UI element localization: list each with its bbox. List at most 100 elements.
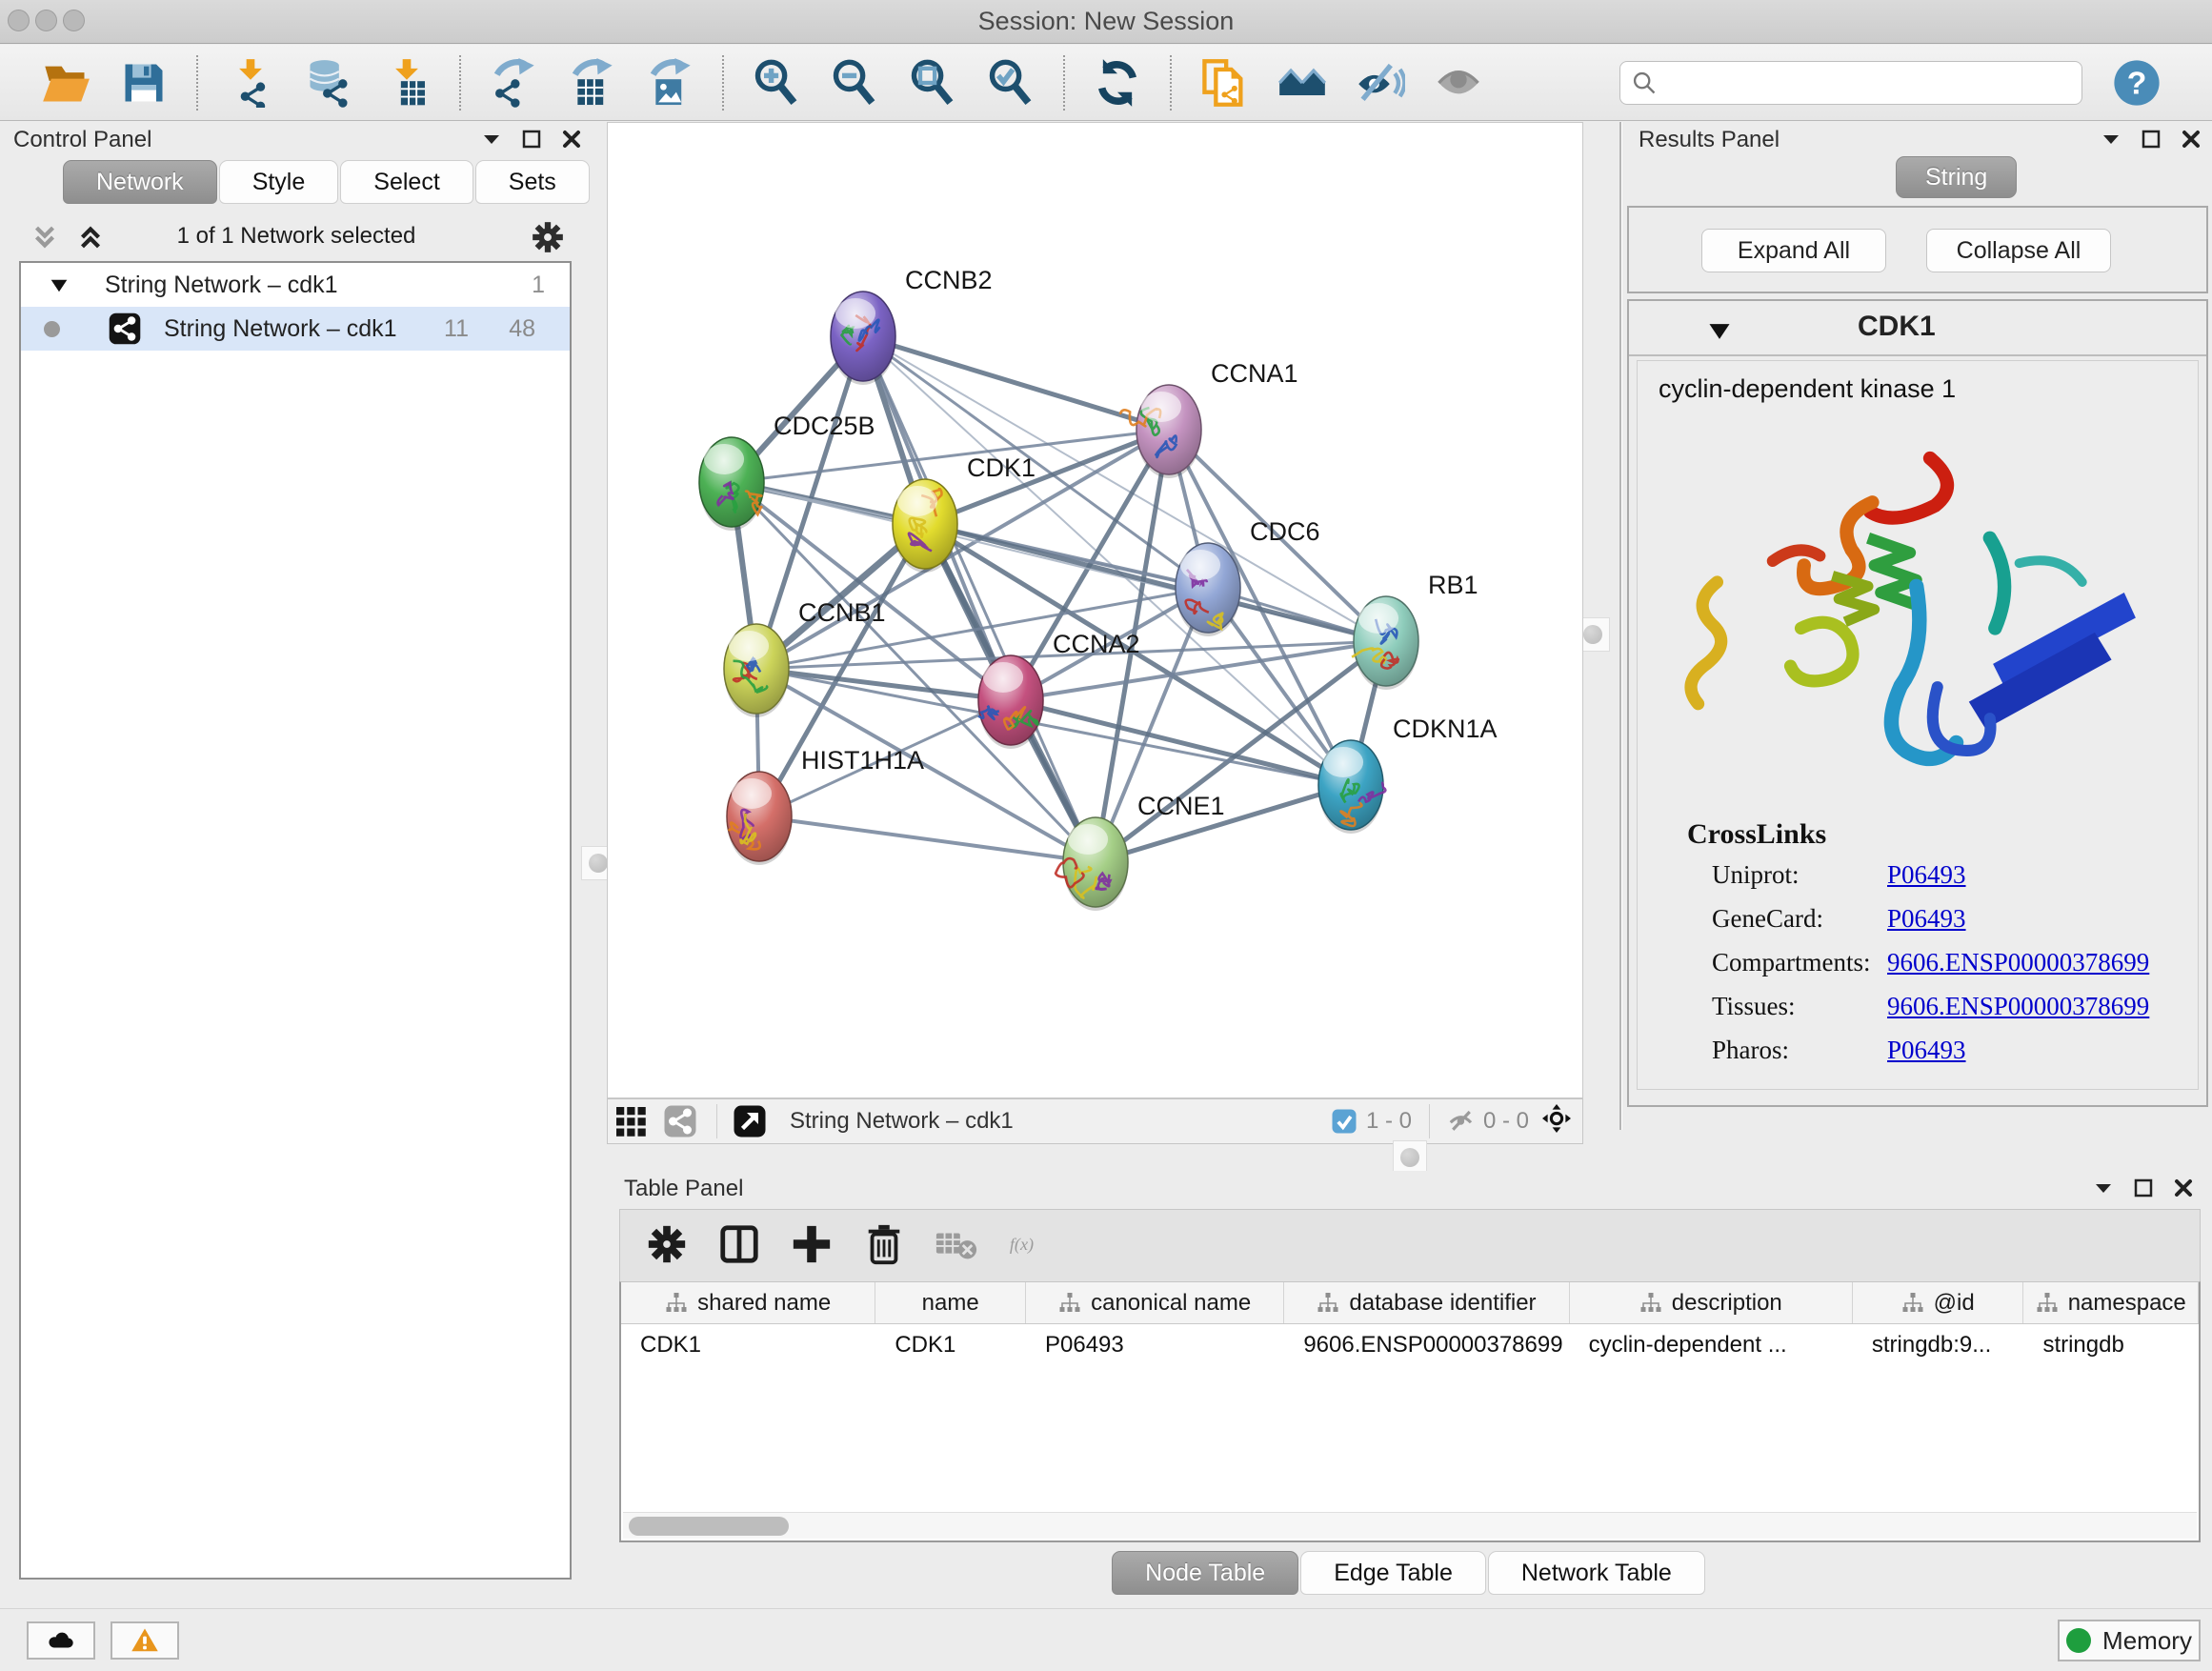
table-cell[interactable]: cyclin-dependent ... [1570,1324,1853,1366]
tab-style[interactable]: Style [219,160,339,204]
node-CCNE1[interactable]: CCNE1 [1056,792,1224,911]
node-CCNA1[interactable]: CCNA1 [1120,359,1298,478]
results-panel-divider [1619,122,1622,1130]
search-input[interactable] [1619,61,2082,105]
grid-view-button[interactable] [613,1104,652,1138]
panel-close-icon[interactable] [2172,1177,2195,1199]
zoom-selected-button[interactable] [981,53,1040,112]
export-table-button[interactable] [562,53,621,112]
collapse-all-button[interactable]: Collapse All [1926,229,2111,272]
table-row[interactable]: CDK1CDK1P064939606.ENSP00000378699cyclin… [621,1324,2199,1366]
results-panel-title: Results Panel [1639,127,1780,153]
tab-node-table[interactable]: Node Table [1112,1551,1298,1595]
panel-float-icon[interactable] [520,128,543,151]
hide-selected-button[interactable] [1351,53,1410,112]
column-header-namespace[interactable]: namespace [2023,1282,2199,1323]
open-session-button[interactable] [36,53,95,112]
table-settings-gear-icon[interactable] [645,1222,696,1270]
entry-caret-icon[interactable] [1707,322,1732,341]
column-header-databaseidentifier[interactable]: database identifier [1284,1282,1569,1323]
import-network-file-button[interactable] [221,53,280,112]
panel-close-icon[interactable] [560,128,583,151]
import-table-file-button[interactable] [377,53,436,112]
selected-checkbox-icon[interactable] [1330,1107,1358,1136]
node-RB1[interactable]: RB1 [1352,571,1478,690]
crosslink-link[interactable]: P06493 [1887,904,1966,934]
edge-CCNB1-CCNA2[interactable] [756,669,1011,700]
export-image-button[interactable] [640,53,699,112]
table-cell[interactable]: CDK1 [875,1324,1026,1366]
table-hscrollbar[interactable] [623,1512,2197,1539]
panel-close-icon[interactable] [2180,128,2202,151]
column-header-name[interactable]: name [875,1282,1026,1323]
tab-network[interactable]: Network [63,160,217,204]
entry-header[interactable]: CDK1 [1629,301,2206,356]
zoom-in-button[interactable] [747,53,806,112]
column-header-sharedname[interactable]: shared name [621,1282,875,1323]
memory-button[interactable]: Memory [2058,1620,2201,1661]
import-network-database-button[interactable] [299,53,358,112]
node-CDK1[interactable]: CDK1 [893,453,1036,573]
panel-menu-icon[interactable] [480,128,503,151]
collection-caret-icon[interactable] [50,278,69,293]
results-tab-string[interactable]: String [1896,156,2017,198]
crosslink-link[interactable]: P06493 [1887,1036,1966,1065]
help-button[interactable]: ? [2111,57,2162,109]
table-cell[interactable]: stringdb:9... [1853,1324,2024,1366]
crosslink-link[interactable]: 9606.ENSP00000378699 [1887,948,2149,977]
tab-edge-table[interactable]: Edge Table [1300,1551,1486,1595]
expand-all-button[interactable]: Expand All [1701,229,1886,272]
string-import-button[interactable] [1195,53,1254,112]
tab-select[interactable]: Select [340,160,473,204]
zoom-fit-button[interactable] [903,53,962,112]
network-row-selected[interactable]: String Network – cdk1 11 48 [21,307,570,351]
node-CDKN1A[interactable]: CDKN1A [1318,715,1498,834]
share-view-button[interactable] [663,1104,701,1138]
column-header-canonicalname[interactable]: canonical name [1026,1282,1284,1323]
export-network-button[interactable] [484,53,543,112]
zoom-out-button[interactable] [825,53,884,112]
import-table-file-icon [382,58,432,108]
tab-sets[interactable]: Sets [475,160,590,204]
node-table[interactable]: shared namenamecanonical namedatabase id… [619,1281,2201,1542]
delete-column-icon[interactable] [862,1222,914,1270]
panel-menu-icon[interactable] [2092,1177,2115,1199]
table-cell[interactable]: CDK1 [621,1324,875,1366]
detach-view-button[interactable] [733,1104,771,1138]
edge-CCNB2-CCNA1[interactable] [863,336,1169,430]
network-tree: String Network – cdk1 1 String Network –… [19,261,572,1580]
save-session-button[interactable] [114,53,173,112]
cloud-button[interactable] [27,1621,95,1660]
table-cell[interactable]: P06493 [1026,1324,1284,1366]
edge-HIST1H1A-CCNE1[interactable] [759,816,1096,862]
hidden-eye-icon[interactable] [1447,1107,1476,1136]
panel-float-icon[interactable] [2132,1177,2155,1199]
houses-button[interactable] [1273,53,1332,112]
fit-content-button[interactable] [1542,1104,1580,1138]
network-collection-row[interactable]: String Network – cdk1 1 [21,263,570,307]
network-nodes[interactable]: CCNB2CCNA1CDC25BCDK1CDC6RB1CCNB1CCNA2CDK… [699,266,1498,911]
show-columns-icon[interactable] [717,1222,769,1270]
crosslink-link[interactable]: 9606.ENSP00000378699 [1887,992,2149,1021]
column-header-description[interactable]: description [1570,1282,1853,1323]
table-hscrollbar-thumb[interactable] [629,1517,789,1536]
add-column-icon[interactable] [790,1222,841,1270]
network-graph[interactable]: CCNB2CCNA1CDC25BCDK1CDC6RB1CCNB1CCNA2CDK… [608,123,1582,1097]
refresh-button[interactable] [1088,53,1147,112]
warnings-button[interactable] [111,1621,179,1660]
horizontal-splitter-grip[interactable] [1393,1140,1427,1175]
show-eye-button[interactable] [1429,53,1488,112]
network-canvas[interactable]: CCNB2CCNA1CDC25BCDK1CDC6RB1CCNB1CCNA2CDK… [607,122,1583,1098]
panel-menu-icon[interactable] [2100,128,2122,151]
zoom-in-icon [752,58,801,108]
table-cell[interactable]: stringdb [2023,1324,2199,1366]
panel-float-icon[interactable] [2140,128,2162,151]
network-options-gear-icon[interactable] [530,219,566,255]
column-header-id[interactable]: @id [1853,1282,2024,1323]
node-CDC25B[interactable]: CDC25B [699,412,875,531]
entry-body: cyclin-dependent kinase 1 CrossLinks Uni… [1637,360,2199,1090]
edge-CCNB2-CCNE1[interactable] [863,336,1096,862]
table-cell[interactable]: 9606.ENSP00000378699 [1284,1324,1569,1366]
crosslink-link[interactable]: P06493 [1887,860,1966,890]
tab-network-table[interactable]: Network Table [1488,1551,1705,1595]
